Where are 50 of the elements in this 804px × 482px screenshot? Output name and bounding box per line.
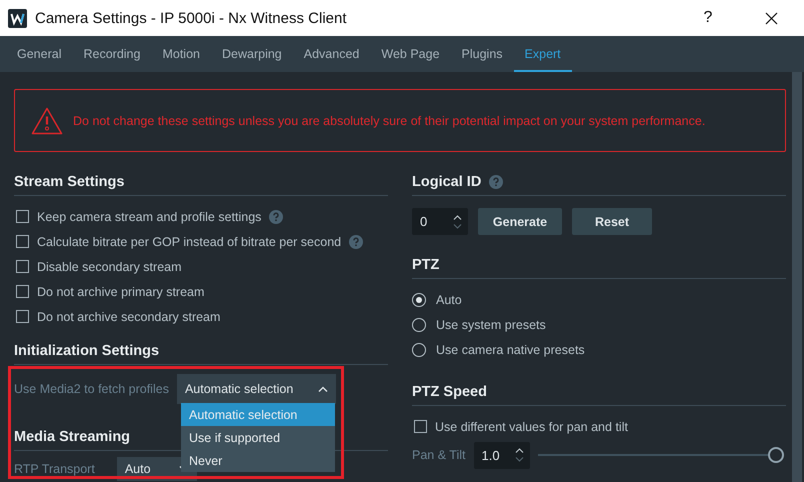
tab[interactable]: Recording — [72, 36, 152, 72]
checkbox[interactable] — [16, 310, 29, 323]
section-heading: Media Streaming — [14, 429, 130, 445]
radio-label: Auto — [436, 292, 462, 306]
action-button[interactable]: Generate — [478, 208, 562, 235]
checkbox-label: Do not archive primary stream — [37, 284, 204, 298]
spin-box[interactable]: 1.0 — [474, 442, 530, 468]
checkbox[interactable] — [16, 260, 29, 273]
section-heading: Initialization Settings — [14, 343, 160, 359]
tab[interactable]: General — [6, 36, 72, 72]
section-heading: Stream Settings — [14, 174, 124, 190]
field-label: RTP Transport — [14, 462, 95, 476]
window-title: Camera Settings - IP 5000i - Nx Witness Client — [35, 10, 348, 26]
field-label: Use Media2 to fetch profiles — [14, 382, 169, 396]
checkbox[interactable] — [16, 235, 29, 248]
spin-box[interactable]: 0 — [412, 208, 468, 235]
combo-box[interactable]: Automatic selection — [176, 374, 336, 404]
slider-thumb[interactable] — [768, 447, 784, 463]
action-button[interactable]: Reset — [572, 208, 652, 235]
checkbox[interactable] — [16, 210, 29, 223]
section-heading: Logical ID — [412, 174, 482, 190]
tab[interactable]: Advanced — [292, 36, 370, 72]
checkbox-label: Calculate bitrate per GOP instead of bitrate per second — [37, 234, 342, 248]
checkbox-label: Keep camera stream and profile settings — [37, 210, 262, 224]
radio-button[interactable] — [412, 292, 426, 306]
warning-text: Do not change these settings unless you are absolutely sure of their potential impact on your system performance. — [73, 114, 706, 128]
radio-label: Use system presets — [436, 318, 546, 332]
dropdown-option[interactable]: Use if supported — [181, 426, 335, 449]
field-label: Pan & Tilt — [412, 448, 466, 462]
checkbox-label: Use different values for pan and tilt — [435, 420, 628, 434]
slider[interactable] — [538, 447, 784, 463]
warning-icon — [31, 106, 63, 134]
checkbox-label: Do not archive secondary stream — [37, 310, 220, 324]
tab[interactable]: Plugins — [450, 36, 514, 72]
checkbox-label: Disable secondary stream — [37, 260, 182, 274]
section-heading: PTZ — [412, 257, 440, 273]
close-icon — [764, 12, 778, 24]
scrollbar[interactable] — [792, 72, 802, 482]
section-heading: PTZ Speed — [412, 384, 487, 400]
tab[interactable]: Expert — [514, 36, 572, 72]
radio-label: Use camera native presets — [436, 342, 585, 356]
checkbox[interactable] — [16, 285, 29, 298]
tab[interactable]: Motion — [151, 36, 211, 72]
radio-button[interactable] — [412, 318, 426, 332]
checkbox[interactable] — [414, 420, 427, 433]
help-button[interactable]: ? — [688, 0, 728, 36]
app-logo-icon — [8, 8, 27, 28]
tab[interactable]: Dewarping — [211, 36, 293, 72]
radio-button[interactable] — [412, 342, 426, 356]
tab[interactable]: Web Page — [370, 36, 451, 72]
